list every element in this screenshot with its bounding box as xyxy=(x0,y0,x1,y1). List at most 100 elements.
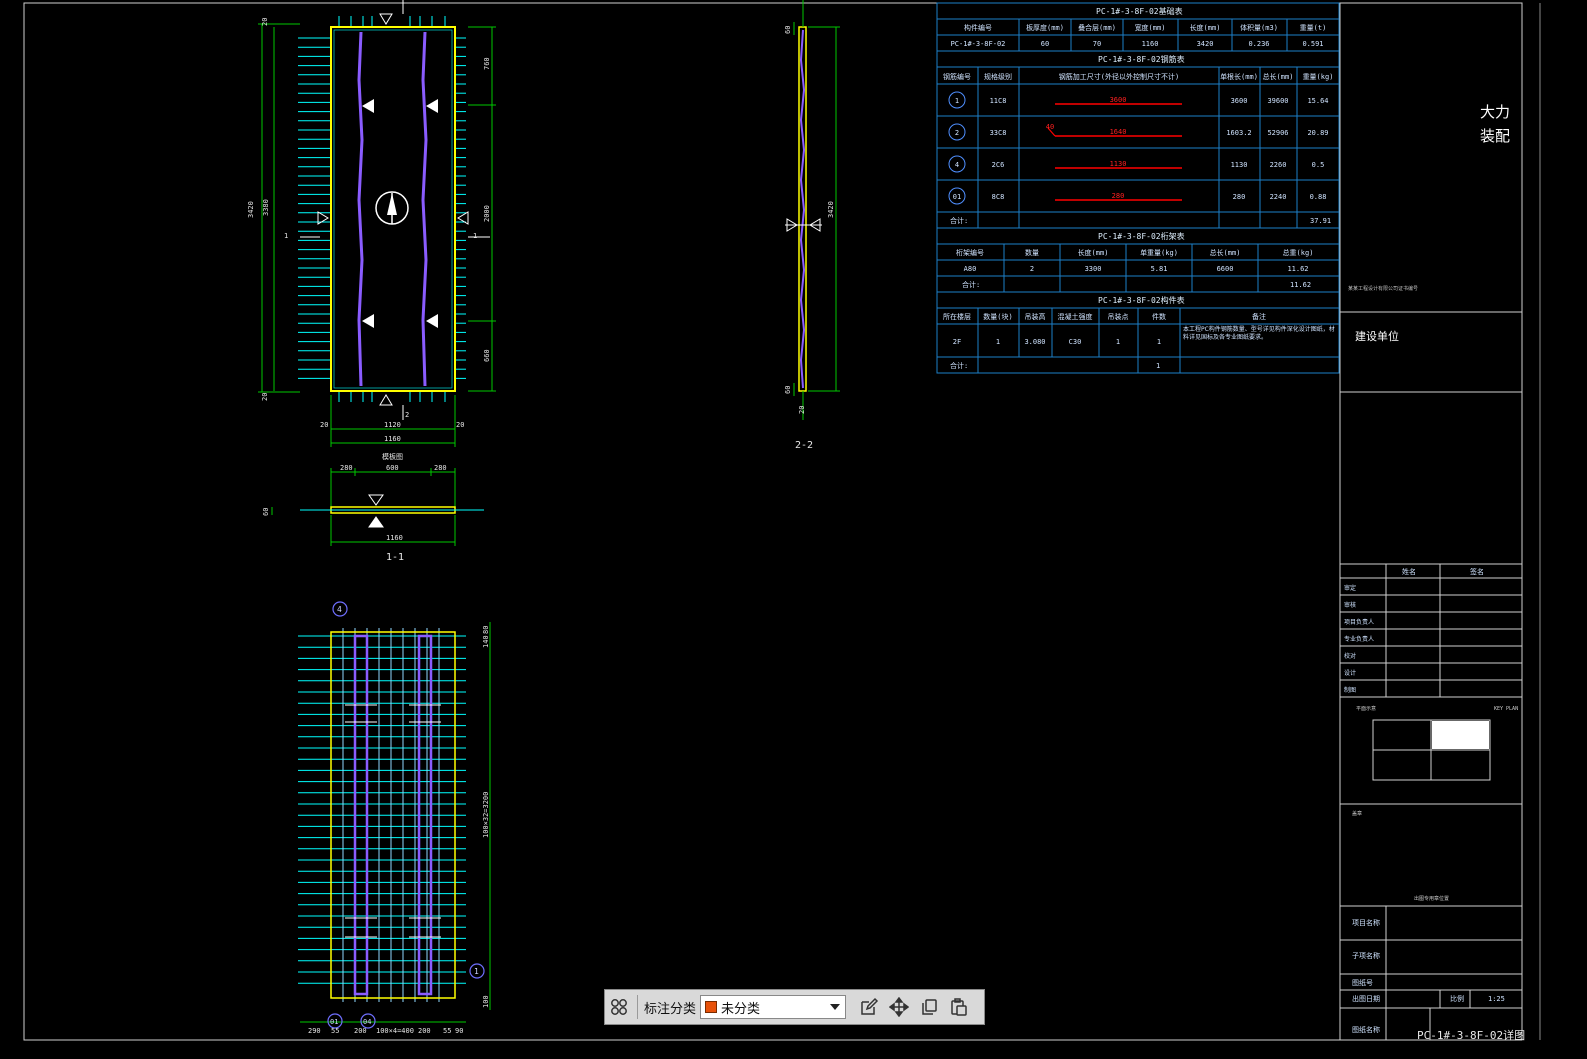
table-cell: 1160 xyxy=(1142,40,1159,48)
table-cell: 1 xyxy=(1156,362,1160,370)
table-header: 构件编号 xyxy=(964,23,992,32)
move-button[interactable] xyxy=(884,993,914,1021)
table-header: 所在楼层 xyxy=(943,312,971,321)
table-header: 混凝土强度 xyxy=(1058,312,1093,321)
table-cell: 1130 xyxy=(1231,161,1248,169)
category-value: 未分类 xyxy=(721,1000,761,1016)
section-2-2: 3420 60 60 20 2-2 xyxy=(784,0,840,451)
rebar-marker-label: 01 xyxy=(330,1018,338,1026)
table-title: PC-1#-3-8F-02基础表 xyxy=(1096,6,1183,16)
copy-icon xyxy=(922,999,937,1015)
table-cell: 1 xyxy=(1157,338,1161,346)
table-header: 单重量(kg) xyxy=(1140,248,1178,257)
truss-line-left xyxy=(357,31,364,387)
table-cell: 1603.2 xyxy=(1226,129,1251,137)
tb-label: 出图日期 xyxy=(1352,994,1380,1003)
rebar-plan: 4 1 01 04 100×32=3200 140 80 100 290 55 … xyxy=(298,601,491,1035)
rebar-number: 2 xyxy=(955,129,959,137)
dim-text: 3420 xyxy=(247,201,255,218)
dim-text: 60 xyxy=(784,26,792,34)
rebar-shape-label: 1130 xyxy=(1110,160,1127,168)
dim-text: 100×32=3200 xyxy=(482,792,490,838)
table-cell: 3.080 xyxy=(1024,338,1045,346)
rebar-number: 01 xyxy=(953,193,961,201)
table-header: 桁架编号 xyxy=(956,248,984,257)
drawing-canvas[interactable]: 1 1 2 760 2000 660 3420 3380 20 20 1120 … xyxy=(0,0,1587,1059)
table-header: 叠合层(mm) xyxy=(1078,23,1116,32)
table-cell: 合计: xyxy=(962,280,980,289)
table-header: 总长(mm) xyxy=(1263,72,1294,81)
paste-icon xyxy=(951,998,967,1016)
dim-text: 55 xyxy=(443,1027,451,1035)
table-cell: 37.91 xyxy=(1310,217,1331,225)
paste-button[interactable] xyxy=(944,993,974,1021)
table-header: 钢筋加工尺寸(外径以外控制尺寸不计) xyxy=(1059,72,1179,81)
rebar-hook-label: 40 xyxy=(1046,123,1054,131)
table-header: 数量(块) xyxy=(983,312,1012,321)
table-header: 重量(t) xyxy=(1300,24,1327,32)
dim-text: 280 xyxy=(434,464,447,472)
table-cell: 1 xyxy=(1116,338,1120,346)
plan-view: 1 1 2 760 2000 660 3420 3380 20 20 1120 … xyxy=(247,0,496,461)
table-cell: 11.62 xyxy=(1287,265,1308,273)
dim-text: 20 xyxy=(798,406,806,414)
role-label: 制图 xyxy=(1344,686,1356,694)
dim-text: 1160 xyxy=(384,435,401,443)
dim-text: 600 xyxy=(386,464,399,472)
keyplan-label: KEY PLAN xyxy=(1494,706,1518,712)
table-header: 体积量(m3) xyxy=(1240,23,1278,32)
section-1-1: 280 600 280 1160 60 1-1 xyxy=(262,464,484,563)
plan-title: 模板图 xyxy=(382,452,403,461)
role-label: 项目负责人 xyxy=(1344,618,1374,626)
table-cell: 2 xyxy=(1030,265,1034,273)
dim-text: 20 xyxy=(456,421,464,429)
table-cell: 6600 xyxy=(1217,265,1234,273)
dim-text: 200 xyxy=(418,1027,431,1035)
dim-text: 760 xyxy=(483,57,491,70)
rebar-marker-label: 1 xyxy=(474,967,479,976)
table-row: 1 11C8 3600 3600 39600 15.64 xyxy=(948,91,1329,109)
table-header: 钢筋编号 xyxy=(943,72,971,81)
sig-header: 姓名 xyxy=(1402,567,1416,576)
company-name: 大力装配 xyxy=(1480,103,1511,145)
rebar-marker-label: 4 xyxy=(337,605,342,614)
table-cell: PC-1#-3-8F-02 xyxy=(951,40,1006,48)
toolbar-divider xyxy=(637,995,638,1019)
rebar-number: 1 xyxy=(955,97,959,105)
table-header: 单根长(mm) xyxy=(1220,72,1258,81)
section-mark-label: 1 xyxy=(284,232,288,240)
dim-text: 290 xyxy=(308,1027,321,1035)
chevron-down-icon xyxy=(830,1004,841,1010)
dim-text: 20 xyxy=(320,421,328,429)
table-cell: 2F xyxy=(953,338,961,346)
copy-button[interactable] xyxy=(914,993,944,1021)
table-header: 总重(kg) xyxy=(1283,248,1314,257)
table-title: PC-1#-3-8F-02构件表 xyxy=(1098,295,1185,305)
role-label: 审核 xyxy=(1344,601,1356,609)
dim-text: 20 xyxy=(261,393,269,401)
table-cell: 3420 xyxy=(1197,40,1214,48)
dim-text: 100 xyxy=(482,995,490,1008)
edit-icon xyxy=(861,997,879,1015)
edit-button[interactable] xyxy=(854,993,884,1021)
category-select[interactable]: 未分类 xyxy=(700,995,847,1019)
table-cell: 合计: xyxy=(950,361,968,370)
section-mark-label: 1 xyxy=(473,232,477,240)
schedule-tables: PC-1#-3-8F-02基础表 构件编号 板厚度(mm) 叠合层(mm) 宽度(mm… xyxy=(936,2,1340,374)
dim-text: 20 xyxy=(261,18,269,26)
sig-header: 签名 xyxy=(1470,567,1484,576)
table-header: 数量 xyxy=(1025,248,1039,257)
role-label: 校对 xyxy=(1344,652,1356,660)
annotation-toolbar: 标注分类 未分类 xyxy=(604,989,985,1025)
dim-text: 1120 xyxy=(384,421,401,429)
table-cell: 52906 xyxy=(1267,129,1288,137)
dim-text: 140 xyxy=(482,635,490,648)
table-cell: 280 xyxy=(1233,193,1246,201)
move-icon xyxy=(889,997,910,1017)
rebar-shape-label: 280 xyxy=(1112,192,1125,200)
grid-menu-icon[interactable] xyxy=(605,993,633,1021)
role-label: 审定 xyxy=(1344,584,1356,592)
table-row: 01 8C8 280 280 2240 0.88 xyxy=(948,187,1326,205)
dim-text: 280 xyxy=(340,464,353,472)
table-cell: 2C6 xyxy=(992,161,1005,169)
